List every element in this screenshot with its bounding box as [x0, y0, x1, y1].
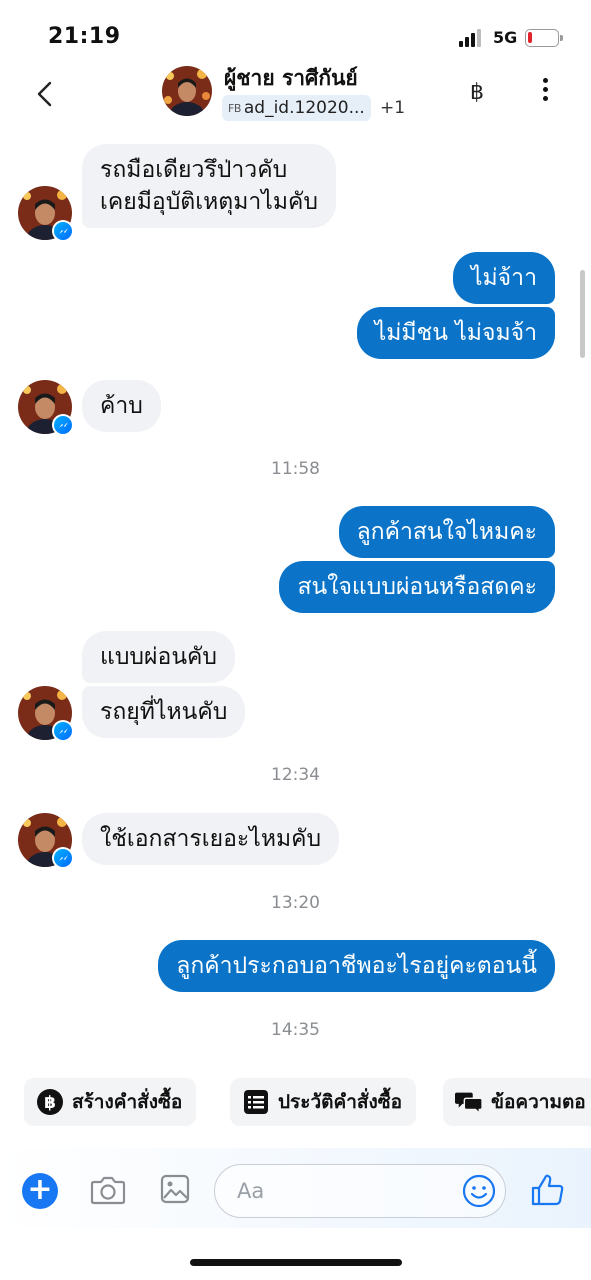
message-text: สนใจแบบผ่อนหรือสดคะ [297, 574, 537, 600]
messenger-badge-icon [52, 847, 74, 869]
ad-id-chip[interactable]: FB ad_id.12020... [222, 95, 371, 121]
saved-replies-label: ข้อความตอ [491, 1091, 586, 1113]
message-text: เคยมีอุบัติเหตุมาไมคับ [100, 189, 318, 215]
baht-icon[interactable]: ฿ [470, 80, 484, 105]
fb-tag: FB [228, 101, 241, 115]
back-chevron-icon[interactable] [34, 80, 56, 108]
message-bubble-outgoing[interactable]: ไม่จ้าา [452, 252, 555, 304]
message-bubble-incoming[interactable]: รถยุที่ไหนคับ [82, 686, 246, 738]
chat-bubbles-icon [455, 1088, 483, 1116]
order-history-button[interactable]: ประวัติคำสั่งซื้อ [230, 1078, 417, 1126]
timestamp: 14:35 [271, 1020, 320, 1040]
message-text: รถมือเดียวรึป่าวคับ [100, 157, 288, 183]
messenger-badge-icon [52, 414, 74, 436]
message-text: ไม่มีชน ไม่จมจ้า [374, 320, 537, 346]
battery-icon [525, 29, 563, 47]
scrollbar[interactable] [580, 270, 585, 358]
camera-icon[interactable] [90, 1174, 126, 1210]
thumbs-up-icon[interactable] [530, 1172, 566, 1212]
sender-avatar[interactable] [18, 380, 74, 436]
message-bubble-outgoing[interactable]: ลูกค้าประกอบอาชีพอะไรอยู่คะตอนนี้ [158, 940, 555, 992]
sender-avatar[interactable] [18, 186, 74, 242]
plus-icon[interactable]: + [22, 1173, 58, 1209]
chat-header: ผู้ชาย ราศีกันย์ FB ad_id.12020... +1 ฿ [0, 60, 591, 132]
message-text: ใช้เอกสารเยอะไหมคับ [100, 826, 322, 852]
message-bubble-outgoing[interactable]: ไม่มีชน ไม่จมจ้า [356, 307, 555, 359]
network-type: 5G [493, 28, 518, 47]
svg-text:฿: ฿ [44, 1093, 56, 1113]
order-list-icon [242, 1088, 270, 1116]
create-order-label: สร้างคำสั่งซื้อ [72, 1091, 183, 1113]
timestamp: 12:34 [271, 765, 320, 785]
status-time: 21:19 [48, 24, 121, 49]
create-order-button[interactable]: ฿ สร้างคำสั่งซื้อ [24, 1078, 197, 1126]
home-indicator[interactable] [190, 1259, 402, 1266]
emoji-icon[interactable] [462, 1174, 496, 1212]
message-text: ลูกค้าประกอบอาชีพอะไรอยู่คะตอนนี้ [176, 953, 537, 979]
message-text: รถยุที่ไหนคับ [100, 699, 228, 725]
message-bubble-incoming[interactable]: รถมือเดียวรึป่าวคับ เคยมีอุบัติเหตุมาไมค… [82, 144, 336, 228]
message-bubble-incoming[interactable]: แบบผ่อนคับ [82, 631, 236, 683]
messenger-badge-icon [52, 220, 74, 242]
baht-circle-icon: ฿ [36, 1088, 64, 1116]
more-options-icon[interactable] [540, 78, 550, 108]
ad-id-label: ad_id.12020... [243, 98, 365, 118]
gallery-icon[interactable] [160, 1173, 190, 1209]
contact-avatar[interactable] [162, 66, 212, 116]
composer-bar: + [0, 1148, 591, 1228]
quick-actions-bar: ฿ สร้างคำสั่งซื้อ ประวัติคำสั่งซื้อ ข้อค… [0, 1078, 591, 1128]
sender-avatar[interactable] [18, 813, 74, 869]
signal-strength-icon [459, 29, 485, 47]
ad-extra-count[interactable]: +1 [380, 98, 405, 118]
battery-level [528, 32, 532, 43]
message-bubble-outgoing[interactable]: ลูกค้าสนใจไหมคะ [338, 506, 555, 558]
message-bubble-incoming[interactable]: ใช้เอกสารเยอะไหมคับ [82, 813, 340, 865]
message-text: ไม่จ้าา [470, 265, 537, 291]
timestamp: 13:20 [271, 893, 320, 913]
message-text: แบบผ่อนคับ [100, 644, 218, 670]
sender-avatar[interactable] [18, 686, 74, 742]
message-text: ลูกค้าสนใจไหมคะ [356, 519, 537, 545]
message-text: ค้าบ [100, 393, 143, 419]
messenger-badge-icon [52, 720, 74, 742]
timestamp: 11:58 [271, 459, 320, 479]
message-bubble-outgoing[interactable]: สนใจแบบผ่อนหรือสดคะ [279, 561, 555, 613]
saved-replies-button[interactable]: ข้อความตอ [443, 1078, 591, 1126]
order-history-label: ประวัติคำสั่งซื้อ [278, 1091, 403, 1113]
contact-name[interactable]: ผู้ชาย ราศีกันย์ [224, 62, 358, 95]
message-bubble-incoming[interactable]: ค้าบ [82, 380, 161, 432]
